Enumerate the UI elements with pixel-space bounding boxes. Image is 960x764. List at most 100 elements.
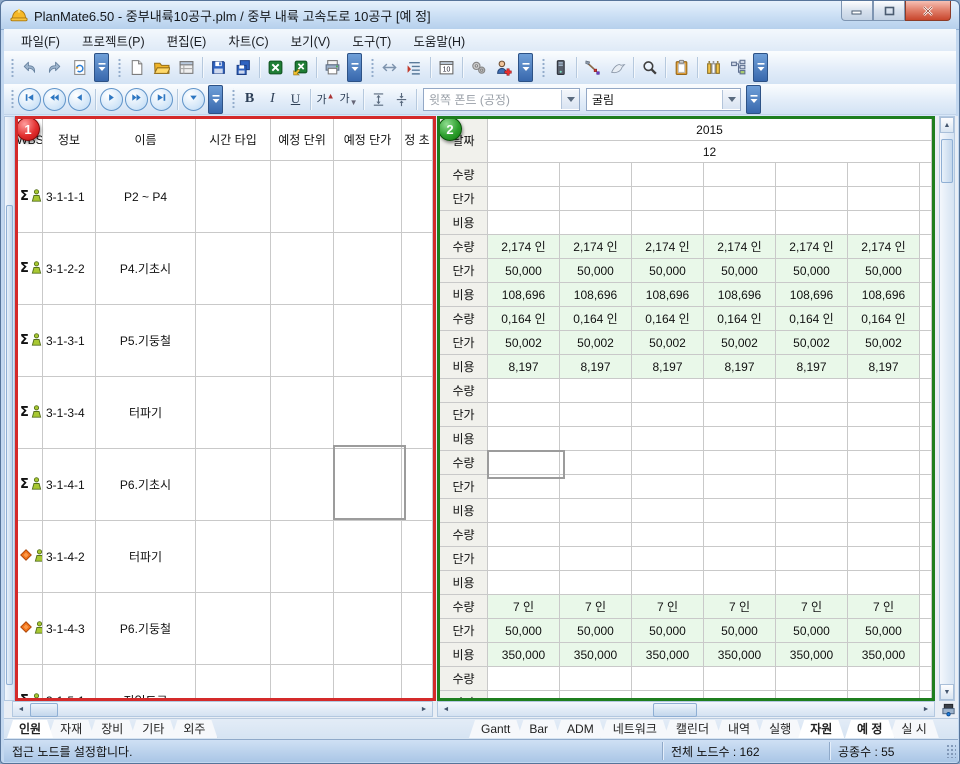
column-header-1[interactable]: 정보 [43, 119, 96, 161]
row-label-cell[interactable]: 수량 [440, 667, 488, 691]
value-cell[interactable] [776, 211, 848, 235]
row-label-cell[interactable]: 비용 [440, 355, 488, 379]
value-cell[interactable] [560, 427, 632, 451]
wbs-cell[interactable] [402, 233, 433, 305]
wbs-cell[interactable] [196, 305, 271, 377]
value-cell[interactable] [632, 451, 704, 475]
open-folder-button[interactable] [149, 55, 174, 80]
wbs-cell[interactable]: Σ [18, 161, 43, 233]
value-cell[interactable] [560, 667, 632, 691]
menu-item-project[interactable]: 프로젝트(P) [71, 29, 156, 52]
minimize-button[interactable] [841, 1, 873, 21]
value-cell[interactable] [560, 499, 632, 523]
wbs-cell[interactable]: P4.기초시 [96, 233, 196, 305]
value-cell[interactable] [848, 403, 920, 427]
value-cell[interactable] [632, 403, 704, 427]
value-cell[interactable] [632, 547, 704, 571]
wbs-cell[interactable] [402, 449, 433, 521]
value-cell[interactable] [488, 691, 560, 701]
partial-cell[interactable] [920, 307, 932, 331]
value-cell[interactable]: 7 인 [704, 595, 776, 619]
value-cell[interactable] [704, 499, 776, 523]
value-cell[interactable]: 2,174 인 [776, 235, 848, 259]
wbs-cell[interactable]: Σ [18, 377, 43, 449]
scroll-down-button[interactable]: ▼ [940, 684, 954, 700]
value-cell[interactable] [632, 427, 704, 451]
wbs-cell[interactable]: P6.기초시 [96, 449, 196, 521]
partial-cell[interactable] [920, 619, 932, 643]
row-label-cell[interactable]: 수량 [440, 595, 488, 619]
value-cell[interactable]: 2,174 인 [848, 235, 920, 259]
row-label-cell[interactable]: 비용 [440, 427, 488, 451]
partial-cell[interactable] [920, 355, 932, 379]
right-vscroll-thumb[interactable] [941, 139, 953, 183]
wbs-cell[interactable] [402, 305, 433, 377]
corner-tool-icon[interactable] [940, 701, 957, 717]
value-cell[interactable] [704, 163, 776, 187]
column-header-4[interactable]: 예정 단위 [271, 119, 334, 161]
value-cell[interactable] [776, 427, 848, 451]
value-cell[interactable] [848, 499, 920, 523]
wbs-cell[interactable] [334, 377, 402, 449]
scroll-right-button[interactable]: ► [918, 702, 934, 716]
tab-resource-4[interactable]: 기타 [130, 720, 176, 738]
value-cell[interactable]: 2,174 인 [488, 235, 560, 259]
value-cell[interactable] [704, 403, 776, 427]
partial-cell[interactable] [920, 259, 932, 283]
value-cell[interactable] [560, 475, 632, 499]
value-cell[interactable]: 2,174 인 [560, 235, 632, 259]
new-doc-button[interactable] [124, 55, 149, 80]
wbs-cell[interactable] [402, 665, 433, 701]
row-label-cell[interactable]: 단가 [440, 259, 488, 283]
value-cell[interactable] [488, 523, 560, 547]
value-cell[interactable]: 108,696 [776, 283, 848, 307]
value-cell[interactable] [560, 691, 632, 701]
value-cell[interactable]: 50,000 [632, 259, 704, 283]
value-cell[interactable] [776, 499, 848, 523]
value-cell[interactable] [848, 163, 920, 187]
selected-cell-outline[interactable] [333, 445, 406, 520]
partial-cell[interactable] [920, 451, 932, 475]
wbs-cell[interactable] [334, 593, 402, 665]
row-label-cell[interactable]: 단가 [440, 475, 488, 499]
row-label-cell[interactable]: 수량 [440, 523, 488, 547]
wbs-cell[interactable] [271, 521, 334, 593]
wbs-cell[interactable] [271, 665, 334, 701]
print-button[interactable] [320, 55, 345, 80]
value-cell[interactable]: 0,164 인 [848, 307, 920, 331]
column-header-6[interactable]: 정 초 [402, 119, 433, 161]
font-combo[interactable]: 굴림 [586, 88, 741, 111]
menu-item-edit[interactable]: 편집(E) [156, 29, 218, 52]
italic-button[interactable]: I [261, 88, 284, 111]
wbs-cell[interactable] [196, 665, 271, 701]
value-cell[interactable] [704, 523, 776, 547]
value-cell[interactable] [632, 523, 704, 547]
tab-resource-2[interactable]: 자재 [48, 720, 94, 738]
calendar-button[interactable]: 10 [434, 55, 459, 80]
partial-cell[interactable] [920, 595, 932, 619]
wbs-cell[interactable]: 터파기 [96, 377, 196, 449]
value-cell[interactable] [488, 427, 560, 451]
wbs-cell[interactable] [196, 449, 271, 521]
value-cell[interactable] [632, 163, 704, 187]
doc-refresh-button[interactable] [67, 55, 92, 80]
value-cell[interactable]: 8,197 [848, 355, 920, 379]
partial-cell[interactable] [920, 163, 932, 187]
wbs-cell[interactable] [196, 521, 271, 593]
value-cell[interactable]: 350,000 [560, 643, 632, 667]
value-cell[interactable] [632, 379, 704, 403]
save-all-button[interactable] [231, 55, 256, 80]
menu-item-tools[interactable]: 도구(T) [341, 29, 402, 52]
partial-cell[interactable] [920, 235, 932, 259]
value-cell[interactable]: 0,164 인 [488, 307, 560, 331]
wbs-cell[interactable] [402, 593, 433, 665]
nav-forward-button[interactable] [125, 88, 148, 111]
menu-item-chart[interactable]: 차트(C) [217, 29, 279, 52]
column-header-5[interactable]: 예정 단가 [334, 119, 402, 161]
value-cell[interactable] [560, 163, 632, 187]
row-label-cell[interactable]: 비용 [440, 571, 488, 595]
value-cell[interactable] [560, 571, 632, 595]
value-cell[interactable]: 50,000 [704, 259, 776, 283]
value-cell[interactable] [848, 571, 920, 595]
right-hscroll-thumb[interactable] [653, 703, 697, 717]
